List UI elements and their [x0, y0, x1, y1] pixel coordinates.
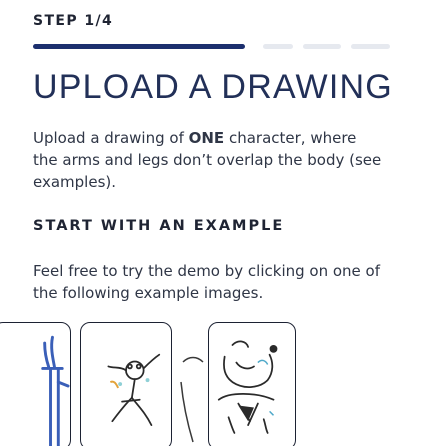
intro-text-start: Upload a drawing of: [33, 129, 189, 147]
progress-step-3: [303, 44, 341, 49]
example-image-2[interactable]: [80, 322, 172, 446]
stick-figure-drawing-icon: [41, 335, 70, 446]
bear-drawing-icon: [180, 356, 204, 443]
page-title: UPLOAD A DRAWING: [33, 68, 393, 106]
dancing-figure-drawing-icon: [107, 353, 161, 427]
section-title: START WITH AN EXAMPLE: [33, 218, 285, 234]
example-image-3[interactable]: [179, 322, 205, 446]
intro-emphasis: ONE: [188, 129, 225, 147]
example-image-1[interactable]: [0, 322, 71, 446]
progress-step-1: [33, 44, 245, 49]
monster-drawing-icon: [217, 340, 278, 434]
example-gallery: [0, 322, 421, 446]
progress-step-2: [263, 44, 293, 49]
progress-step-4: [351, 44, 390, 49]
intro-text: Upload a drawing of ONE character, where…: [33, 127, 383, 193]
step-label: STEP 1/4: [33, 13, 114, 29]
section-text: Feel free to try the demo by clicking on…: [33, 262, 380, 302]
progress-bar: [33, 44, 390, 49]
example-image-4[interactable]: [208, 322, 296, 446]
